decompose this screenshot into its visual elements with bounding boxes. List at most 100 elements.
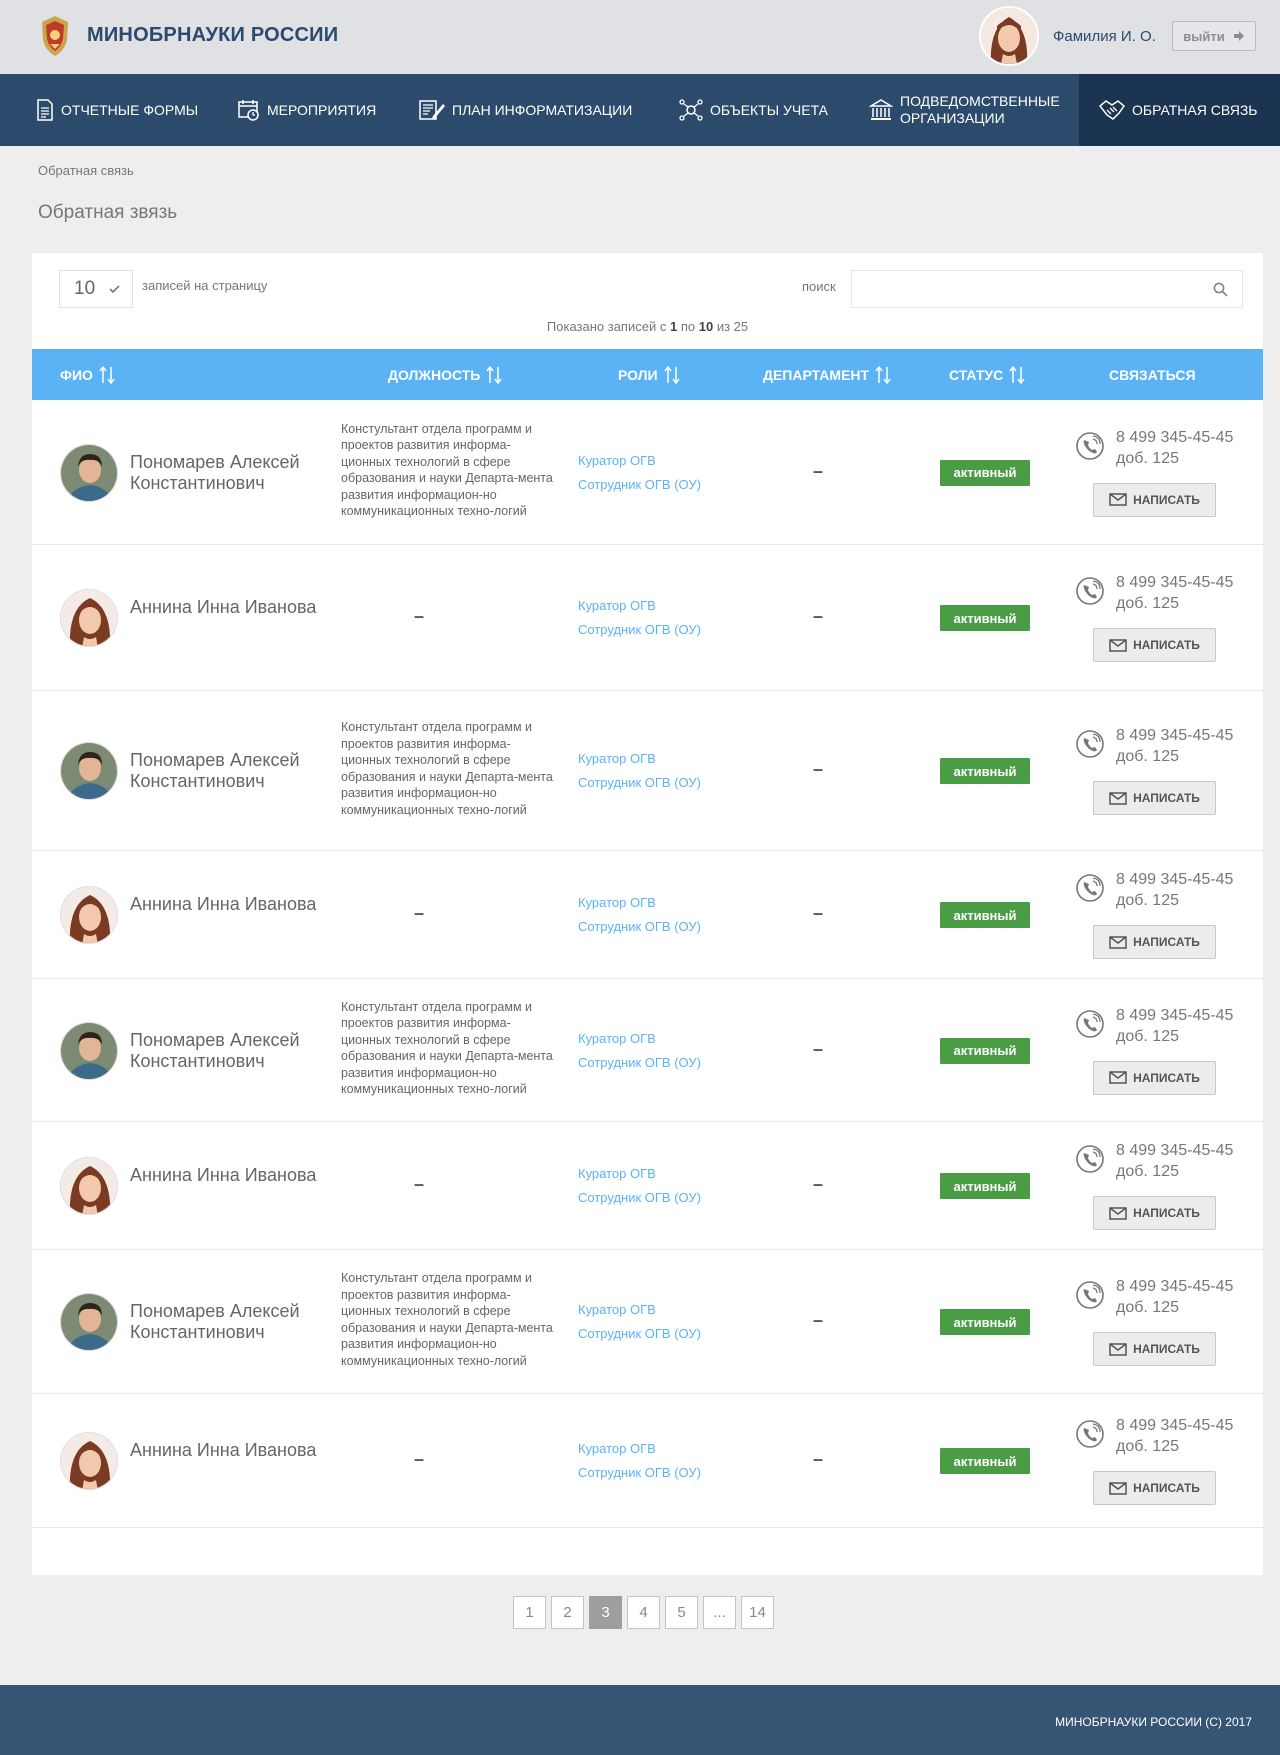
phone-number: 8 499 345-45-45 доб. 125 <box>1116 1276 1233 1318</box>
role-link[interactable]: Сотрудник ОГВ (ОУ) <box>578 915 701 939</box>
write-message-button[interactable]: НАПИСАТЬ <box>1093 482 1216 517</box>
phone-number: 8 499 345-45-45 доб. 125 <box>1116 869 1233 911</box>
phone-icon <box>1076 730 1104 758</box>
role-link[interactable]: Куратор ОГВ <box>578 449 701 473</box>
avatar[interactable] <box>60 1157 118 1215</box>
nav-item-organizations[interactable]: ПОДВЕДОМСТВЕННЫЕ ОРГАНИЗАЦИИ <box>869 74 1079 146</box>
avatar[interactable] <box>60 886 118 944</box>
phone-icon <box>1076 1420 1104 1448</box>
position-text: Констультант отдела программ и проектов … <box>341 999 553 1097</box>
role-link[interactable]: Куратор ОГВ <box>578 594 701 618</box>
bank-icon <box>869 99 893 120</box>
position-text: – <box>414 1174 425 1194</box>
avatar[interactable] <box>60 589 118 647</box>
role-link[interactable]: Куратор ОГВ <box>578 1027 701 1051</box>
role-link[interactable]: Сотрудник ОГВ (ОУ) <box>578 1051 701 1075</box>
avatar[interactable] <box>60 742 118 800</box>
column-header-label: ДЕПАРТАМЕНТ <box>763 366 870 383</box>
roles-list: Куратор ОГВ Сотрудник ОГВ (ОУ) <box>578 1298 701 1346</box>
department-text: – <box>813 903 824 923</box>
write-message-button[interactable]: НАПИСАТЬ <box>1093 781 1216 815</box>
position-text: Констультант отдела программ и проектов … <box>341 720 553 817</box>
breadcrumb[interactable]: Обратная связь <box>38 163 134 178</box>
phone-number-main: 8 499 345-45-45 <box>1116 1417 1234 1434</box>
logout-label: выйти <box>1183 28 1225 44</box>
document-icon <box>37 99 53 121</box>
phone-icon <box>1076 1145 1104 1173</box>
avatar[interactable] <box>60 1293 118 1351</box>
contact-name: Аннина Инна Иванова <box>130 1440 317 1460</box>
nav-label-events: МЕРОПРИЯТИЯ <box>267 101 377 118</box>
page-button[interactable]: 4 <box>627 1596 660 1629</box>
role-link[interactable]: Куратор ОГВ <box>578 891 701 915</box>
column-header-department[interactable]: ДЕПАРТАМЕНТ <box>763 349 891 400</box>
search-input[interactable] <box>852 271 1242 307</box>
role-link[interactable]: Сотрудник ОГВ (ОУ) <box>578 1461 701 1485</box>
records-shown-info: Показано записей с 1 по 10 из 25 <box>32 319 1263 334</box>
role-link[interactable]: Куратор ОГВ <box>578 747 701 771</box>
status-badge: активный <box>940 1173 1030 1199</box>
status-badge: активный <box>940 758 1030 784</box>
role-link[interactable]: Сотрудник ОГВ (ОУ) <box>578 1322 701 1346</box>
page-button[interactable]: ... <box>703 1596 736 1629</box>
write-message-button[interactable]: НАПИСАТЬ <box>1093 1471 1216 1505</box>
column-header-contact: СВЯЗАТЬСЯ <box>1109 349 1196 400</box>
user-name[interactable]: Фамилия И. О. <box>1053 28 1156 45</box>
role-link[interactable]: Куратор ОГВ <box>578 1298 701 1322</box>
per-page-select[interactable]: 10 <box>59 270 133 308</box>
phone-icon <box>1076 1009 1104 1038</box>
role-link[interactable]: Куратор ОГВ <box>578 1162 701 1186</box>
logout-button[interactable]: выйти <box>1172 21 1256 51</box>
roles-list: Куратор ОГВ Сотрудник ОГВ (ОУ) <box>578 1027 701 1075</box>
role-link[interactable]: Сотрудник ОГВ (ОУ) <box>578 618 701 642</box>
table-row: Аннина Инна Иванова – Куратор ОГВ Сотруд… <box>32 1394 1263 1528</box>
page-button[interactable]: 14 <box>741 1596 774 1629</box>
nav-item-events[interactable]: МЕРОПРИЯТИЯ <box>238 74 376 146</box>
phone-number: 8 499 345-45-45 доб. 125 <box>1116 1415 1233 1457</box>
phone-number-main: 8 499 345-45-45 <box>1116 871 1234 888</box>
roles-list: Куратор ОГВ Сотрудник ОГВ (ОУ) <box>578 1162 701 1210</box>
phone-extension: доб. 125 <box>1116 449 1179 467</box>
write-message-button[interactable]: НАПИСАТЬ <box>1093 628 1216 662</box>
position-text: Констультант отдела программ и проектов … <box>341 421 553 519</box>
arrow-right-icon <box>1233 31 1244 41</box>
page-button[interactable]: 5 <box>665 1596 698 1629</box>
write-message-button[interactable]: НАПИСАТЬ <box>1093 1196 1216 1230</box>
role-link[interactable]: Куратор ОГВ <box>578 1437 701 1461</box>
nav-label-plan: ПЛАН ИНФОРМАТИЗАЦИИ <box>452 101 633 118</box>
avatar[interactable] <box>60 1432 118 1490</box>
column-header-roles[interactable]: РОЛИ <box>618 349 680 400</box>
nav-item-objects[interactable]: ОБЪЕКТЫ УЧЕТА <box>679 74 828 146</box>
nav-item-feedback[interactable]: ОБРАТНАЯ СВЯЗЬ <box>1079 74 1280 146</box>
role-link[interactable]: Сотрудник ОГВ (ОУ) <box>578 1186 701 1210</box>
page-button[interactable]: 3 <box>589 1596 622 1629</box>
write-message-button[interactable]: НАПИСАТЬ <box>1093 1332 1216 1366</box>
avatar[interactable] <box>60 1021 118 1080</box>
avatar[interactable] <box>60 443 118 502</box>
column-header-status[interactable]: СТАТУС <box>949 349 1025 400</box>
write-message-button[interactable]: НАПИСАТЬ <box>1093 925 1216 959</box>
role-link[interactable]: Сотрудник ОГВ (ОУ) <box>578 473 701 497</box>
column-header-label: СТАТУС <box>949 366 1004 383</box>
envelope-icon <box>1109 791 1127 805</box>
phone-number-main: 8 499 345-45-45 <box>1116 1142 1234 1159</box>
page-button[interactable]: 2 <box>551 1596 584 1629</box>
table-row: Пономарев Алексей Константинович Констул… <box>32 979 1263 1122</box>
contact-name: Аннина Инна Иванова <box>130 894 317 914</box>
shown-from: 1 <box>669 319 678 334</box>
write-message-button[interactable]: НАПИСАТЬ <box>1093 1060 1216 1095</box>
nav-item-plan[interactable]: ПЛАН ИНФОРМАТИЗАЦИИ <box>419 74 632 146</box>
search-icon[interactable] <box>1213 282 1228 297</box>
column-header-name[interactable]: ФИО <box>60 349 115 400</box>
page-button[interactable]: 1 <box>513 1596 546 1629</box>
role-link[interactable]: Сотрудник ОГВ (ОУ) <box>578 771 701 795</box>
user-avatar[interactable] <box>979 6 1039 66</box>
write-button-label: НАПИСАТЬ <box>1133 935 1200 949</box>
handshake-icon <box>1099 100 1125 120</box>
table-header: ФИО ДОЛЖНОСТЬ РОЛИ ДЕПАРТАМЕНТ СТАТУС СВ… <box>32 349 1263 400</box>
column-header-label: ДОЛЖНОСТЬ <box>388 366 481 383</box>
emblem-logo-icon <box>42 16 68 56</box>
nav-item-reports[interactable]: ОТЧЕТНЫЕ ФОРМЫ <box>36 74 198 146</box>
column-header-position[interactable]: ДОЛЖНОСТЬ <box>388 349 502 400</box>
column-header-label: РОЛИ <box>618 366 658 383</box>
